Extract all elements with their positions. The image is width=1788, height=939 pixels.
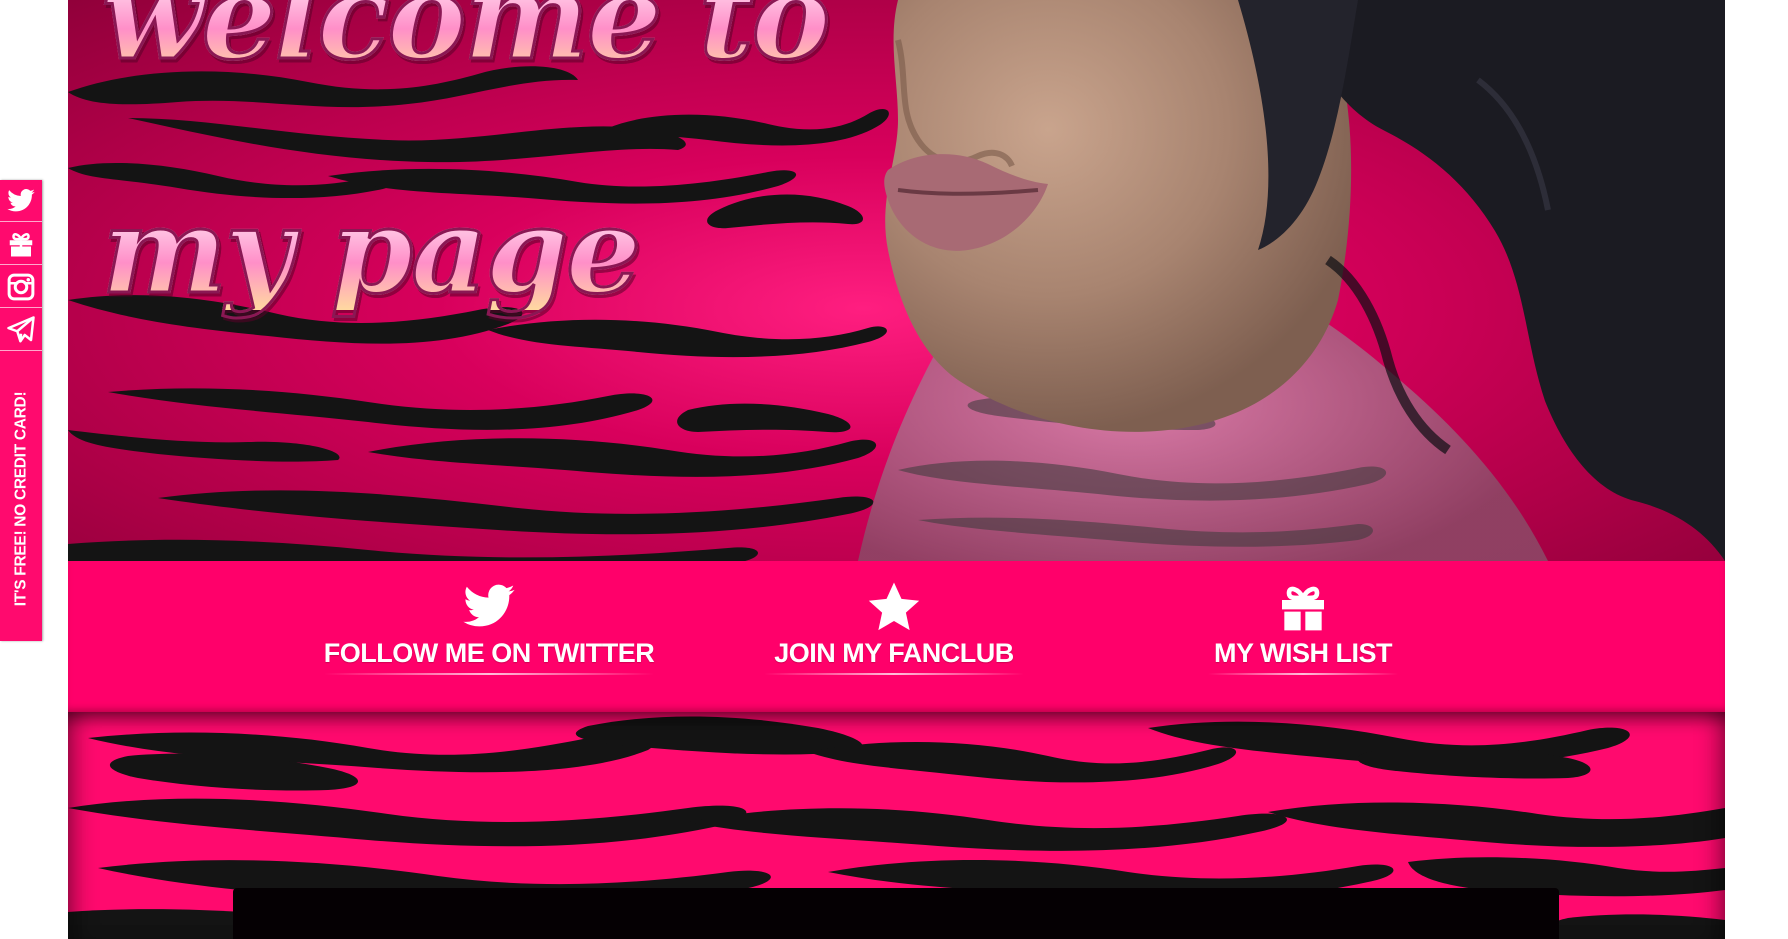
follow-twitter-label: FOLLOW ME ON TWITTER — [323, 638, 655, 668]
content-panel — [233, 888, 1559, 939]
hero-title-line1: welcome to — [100, 0, 831, 77]
hero-banner: welcome to my page — [68, 0, 1725, 561]
gift-icon — [9, 232, 33, 256]
side-telegram-link[interactable] — [0, 309, 42, 351]
hero-title-line2: my page — [100, 181, 642, 320]
follow-twitter-button[interactable]: FOLLOW ME ON TWITTER — [323, 579, 655, 675]
social-side-bar: IT'S FREE! NO CREDIT CARD! — [0, 180, 42, 641]
join-fanclub-label: JOIN MY FANCLUB — [774, 638, 1014, 668]
action-nav-bar: FOLLOW ME ON TWITTER JOIN MY FANCLUB MY … — [68, 561, 1725, 712]
side-instagram-link[interactable] — [0, 266, 42, 308]
twitter-icon — [7, 188, 35, 211]
twitter-icon — [463, 584, 515, 627]
free-signup-link[interactable]: IT'S FREE! NO CREDIT CARD! — [0, 356, 42, 641]
gift-icon — [1282, 586, 1324, 631]
instagram-icon — [7, 273, 35, 300]
main-column: welcome to my page FOLLOW ME ON TWITTER … — [68, 0, 1725, 939]
lower-pattern-section — [68, 712, 1725, 939]
wish-list-button[interactable]: MY WISH LIST — [1208, 579, 1398, 675]
telegram-icon — [7, 315, 35, 342]
join-fanclub-button[interactable]: JOIN MY FANCLUB — [764, 579, 1024, 675]
nav-underline — [1208, 673, 1398, 675]
model-photo — [858, 0, 1725, 561]
side-wishlist-link[interactable] — [0, 223, 42, 265]
wish-list-label: MY WISH LIST — [1213, 638, 1393, 668]
side-twitter-link[interactable] — [0, 180, 42, 222]
promo-text: IT'S FREE! NO CREDIT CARD! — [12, 391, 30, 606]
star-icon — [868, 582, 920, 631]
nav-underline — [324, 673, 654, 675]
nav-underline — [764, 673, 1024, 675]
